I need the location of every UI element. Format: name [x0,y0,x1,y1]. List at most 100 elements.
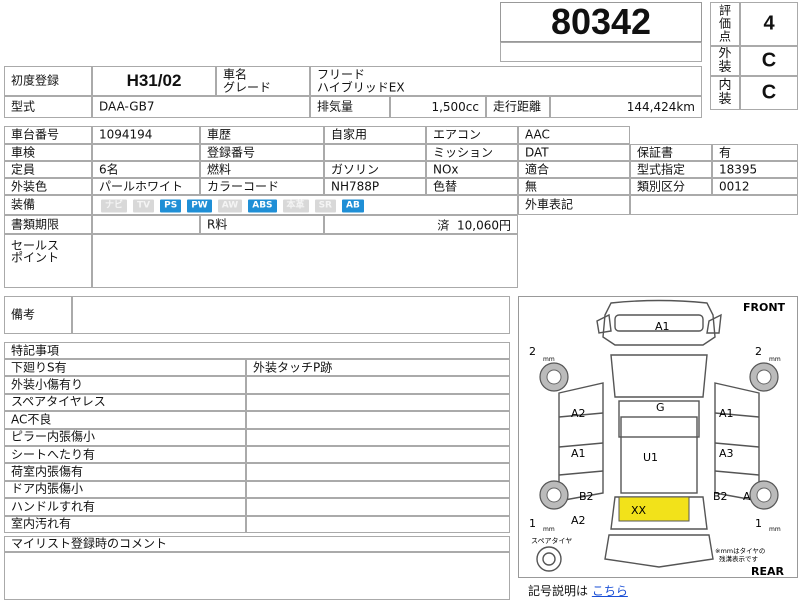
equipment-badge: AW [217,199,243,213]
mark-b2-left: B2 [579,490,594,503]
import-value-cell [630,195,798,215]
notes-row-right [246,393,510,412]
category-label-cell: 類別区分 [630,178,712,195]
tire-num-fl: 2 [529,345,536,358]
roof-shape [620,416,698,494]
notes-row-left: AC不良 [4,411,246,429]
remarks-label: 備考 [11,307,36,322]
legend-link[interactable]: こちら [592,584,628,598]
model-designation-label: 型式指定 [637,162,686,177]
first-reg-value-cell: H31/02 [92,66,216,96]
equipment-badge: TV [133,199,155,213]
notes-row-right [246,480,510,499]
chassis-no-value: 1094194 [99,127,153,142]
fuel-label: 燃料 [207,162,232,177]
displacement-label: 排気量 [317,99,354,114]
aircon-label-cell: エアコン [426,126,518,144]
rear-panel-highlight [618,496,690,522]
recycle-value: 済 10,060円 [437,218,511,232]
mark-g: G [656,401,665,414]
notes-row-right [246,515,510,533]
notes-row-right [246,428,510,446]
aircon-label: エアコン [433,127,482,142]
equipment-badge: AB [341,199,364,213]
chassis-no-label: 車台番号 [11,127,60,142]
notes-row-left: ハンドルすれ有 [4,498,246,516]
sales-point-value-cell [92,234,518,288]
notes-row-right [246,446,510,464]
front-label: FRONT [743,301,786,314]
interior-label-cell: 内装 [710,76,740,110]
history-label: 車歴 [207,127,232,142]
notes-row-left: 外装小傷有り [4,376,246,394]
mark-a2-left-upper: A2 [571,407,586,420]
warranty-label-cell: 保証書 [630,144,712,161]
docs-label-cell: 書類期限 [4,215,92,234]
mileage-value-cell: 144,424km [550,96,702,118]
mileage-value: 144,424km [626,100,695,114]
warranty-value: 有 [719,145,732,160]
car-name-value-cell: フリード ハイブリッドEX [310,66,702,96]
capacity-value: 6名 [99,162,119,177]
exterior-label-cell: 外装 [710,46,740,76]
car-name-value: フリード ハイブリッドEX [317,67,405,94]
mileage-label: 走行距離 [493,99,542,114]
legend-line: 記号説明は こちら [528,582,628,599]
equipment-label-cell: 装備 [4,195,92,215]
model-value-cell: DAA-GB7 [92,96,310,118]
model-label: 型式 [11,99,36,114]
notes-item: ドア内張傷小 [11,482,84,497]
repaint-value: 無 [525,179,538,194]
score-label-cell: 評価点 [710,2,740,46]
score-value: 4 [763,12,775,35]
docs-value-cell [92,215,200,234]
notes-row-right [246,463,510,481]
recycle-label: R料 [207,217,228,232]
tire-mm-fr: mm [769,356,781,363]
sales-point-label: セールス ポイント [11,238,60,265]
notes-item: AC不良 [11,412,52,427]
notes-row-left: 下廻りS有 [4,359,246,377]
tire-note-line2: 残溝表示です [719,554,759,563]
car-diagram-frame: FRONT REAR A1 G U1 XX A2 A1 B2 A2 A1 A3 … [518,296,798,578]
first-reg-value: H31/02 [126,71,182,90]
tire-num-rl: 1 [529,517,536,530]
interior-label: 内装 [718,78,732,107]
notes-item: 下廻りS有 [11,360,67,375]
color-value-cell: パールホワイト [92,178,200,195]
mission-value-cell: DAT [518,144,630,161]
equipment-badge: SR [314,199,336,213]
nox-label-cell: NOx [426,161,518,178]
notes-item: 荷室内張傷有 [11,464,84,479]
chassis-no-label-cell: 車台番号 [4,126,92,144]
notes-row-left: スペアタイヤレス [4,393,246,412]
legend-label: 記号説明は [528,584,589,598]
mission-label-cell: ミッション [426,144,518,161]
left-side-shape [558,382,604,502]
model-designation-label-cell: 型式指定 [630,161,712,178]
windshield-shape [610,354,708,398]
mission-label: ミッション [433,145,494,160]
right-side-shape [714,382,760,502]
nox-label: NOx [433,162,459,177]
color-value: パールホワイト [99,179,184,194]
repaint-value-cell: 無 [518,178,630,195]
mileage-label-cell: 走行距離 [486,96,550,118]
remarks-value-cell [72,296,510,334]
repaint-label-cell: 色替 [426,178,518,195]
interior-value: C [761,81,777,104]
notes-row-right: 外装タッチP跡 [246,359,510,377]
mark-a1-right: A1 [719,407,734,420]
car-diagram: FRONT REAR A1 G U1 XX A2 A1 B2 A2 A1 A3 … [529,299,786,578]
rear-label: REAR [751,565,784,578]
capacity-label: 定員 [11,162,36,177]
tire-mm-rr: mm [769,526,781,533]
category-label: 類別区分 [637,179,686,194]
docs-label: 書類期限 [11,217,60,232]
equipment-badge: 本革 [282,199,309,213]
car-name-label: 車名 グレード [223,67,272,94]
displacement-value-cell: 1,500cc [390,96,486,118]
first-reg-label-cell: 初度登録 [4,66,92,96]
chassis-no-value-cell: 1094194 [92,126,200,144]
mylist-label: マイリスト登録時のコメント [11,536,168,551]
